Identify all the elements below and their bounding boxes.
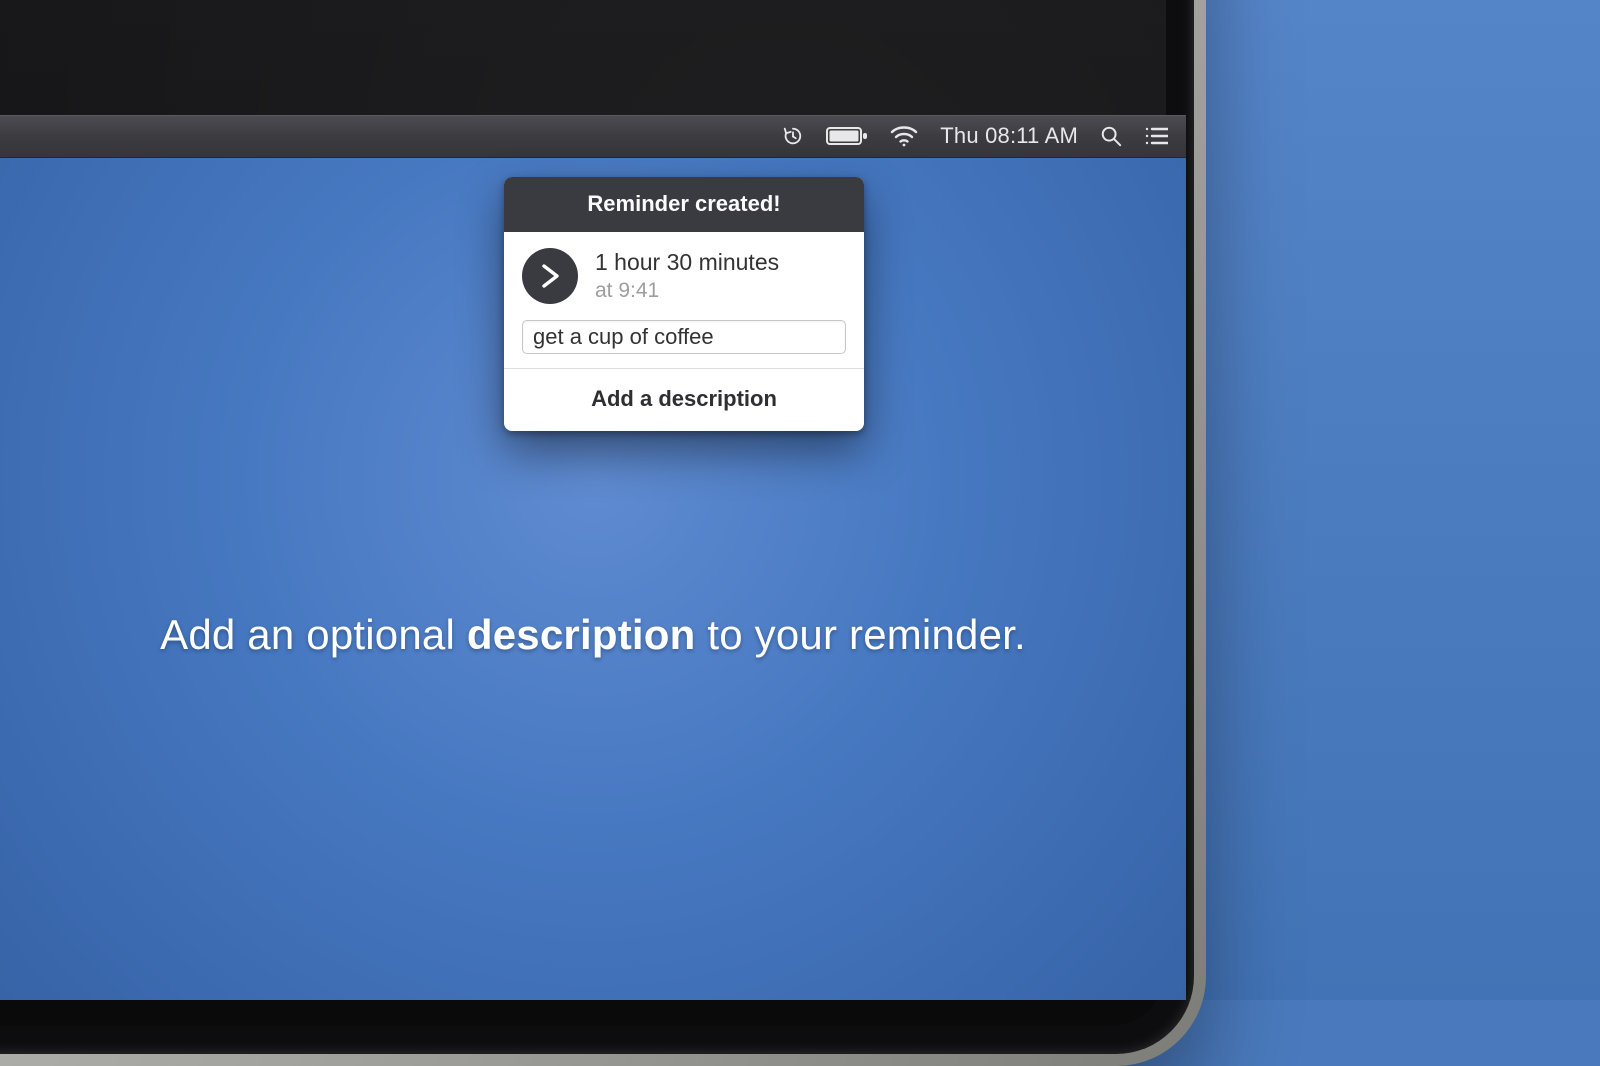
caption-post: to your reminder. (695, 611, 1025, 658)
add-description-button[interactable]: Add a description (504, 369, 864, 431)
reminder-time: at 9:41 (595, 279, 779, 303)
popover-body: 1 hour 30 minutes at 9:41 (504, 232, 864, 369)
reminder-duration: 1 hour 30 minutes (595, 249, 779, 275)
menubar: Thu 08:11 AM (0, 115, 1186, 158)
popover-title: Reminder created! (504, 177, 864, 232)
reminder-popover: Reminder created! 1 hour 30 minutes at 9… (504, 177, 864, 431)
screen: Thu 08:11 AM Reminder created! (0, 115, 1186, 1000)
spotlight-icon[interactable] (1100, 125, 1122, 147)
battery-icon[interactable] (826, 126, 868, 146)
notification-center-icon[interactable] (1144, 126, 1168, 146)
menubar-clock[interactable]: Thu 08:11 AM (940, 125, 1078, 147)
timer-menubar-icon[interactable] (782, 125, 804, 147)
feature-caption: Add an optional description to your remi… (0, 611, 1186, 659)
desktop: Reminder created! 1 hour 30 minutes at 9… (0, 158, 1186, 1000)
caption-emphasis: description (467, 611, 696, 658)
chevron-right-icon (522, 248, 578, 304)
wifi-icon[interactable] (890, 125, 918, 147)
description-input[interactable] (522, 320, 846, 354)
caption-pre: Add an optional (160, 611, 467, 658)
